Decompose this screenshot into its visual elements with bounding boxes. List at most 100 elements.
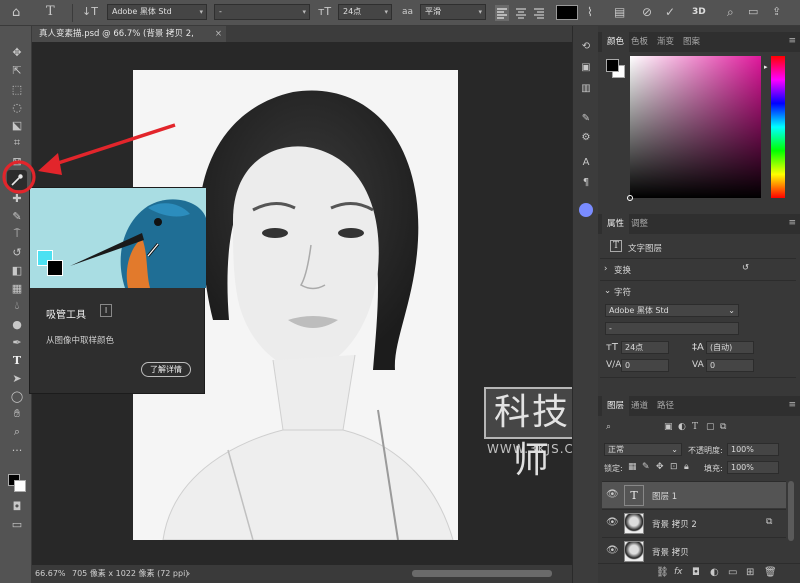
lock-transparent-icon[interactable]: ▦	[628, 462, 637, 472]
trash-icon[interactable]: 🗑︎	[764, 567, 777, 578]
filter-adjust-icon[interactable]: ◐	[678, 422, 686, 432]
align-right-button[interactable]	[532, 5, 546, 21]
warp-text-icon[interactable]: ⌇	[587, 5, 593, 19]
adjustments-icon[interactable]: ⚙	[578, 129, 594, 145]
tab-patterns[interactable]: 图案	[678, 32, 705, 52]
document-tab[interactable]: 真人变素描.psd @ 66.7% (背景 拷贝 2, RGB/8#) ×	[32, 26, 226, 55]
character-icon[interactable]: A	[578, 154, 594, 170]
fx-icon[interactable]: fx	[674, 567, 683, 577]
artboard-tool-icon[interactable]: ⇱	[9, 62, 25, 78]
layer-name[interactable]: 图层 1	[652, 490, 677, 502]
tab-color[interactable]: 颜色	[602, 32, 630, 52]
tab-layers[interactable]: 图层	[602, 396, 630, 416]
chevron-right-icon[interactable]: ›	[187, 565, 190, 583]
visibility-eye-icon[interactable]: 👁︎	[606, 489, 619, 500]
workspace-icon[interactable]: ▭	[748, 5, 758, 18]
layer-name[interactable]: 背景 拷贝 2	[652, 518, 697, 530]
lock-artboard-icon[interactable]: ⊡	[670, 462, 678, 472]
3d-button[interactable]: 3D	[692, 7, 706, 17]
filter-pixel-icon[interactable]: ▣	[664, 422, 673, 432]
character-section-label[interactable]: 字符	[614, 286, 631, 298]
font-family-select[interactable]: Adobe 黑体 Std ▾	[107, 4, 207, 20]
search-icon[interactable]: ⌕	[727, 5, 734, 20]
tab-channels[interactable]: 通道	[626, 396, 653, 416]
color-picker-handle[interactable]	[627, 195, 633, 201]
lock-all-icon[interactable]: 🔒︎	[684, 462, 689, 472]
prop-font-style-select[interactable]: -	[605, 322, 739, 335]
tab-gradients[interactable]: 渐变	[652, 32, 679, 52]
text-color-swatch[interactable]	[556, 5, 578, 20]
horizontal-scrollbar[interactable]	[412, 570, 552, 577]
adjustment-layer-icon[interactable]: ◐	[710, 567, 719, 578]
layers-scrollbar[interactable]	[788, 481, 794, 541]
layer-row[interactable]: 👁︎ 背景 拷贝 2 ⧉	[602, 509, 786, 536]
filter-kind-icon[interactable]: ⌕	[606, 422, 611, 432]
move-tool-icon[interactable]: ✥	[9, 44, 25, 60]
text-orientation-icon[interactable]: ↓T	[82, 5, 98, 18]
layer-row[interactable]: 👁︎ 背景 拷贝	[602, 537, 786, 564]
reset-icon[interactable]: ↺	[742, 263, 749, 273]
panel-menu-icon[interactable]: ≡	[788, 218, 796, 228]
path-select-tool-icon[interactable]: ➤	[9, 370, 25, 386]
background-color-swatch[interactable]	[14, 480, 26, 492]
home-icon[interactable]: ⌂	[12, 5, 20, 20]
filter-type-icon[interactable]: T	[692, 422, 698, 432]
tab-paths[interactable]: 路径	[652, 396, 679, 416]
cancel-icon[interactable]: ⊘	[642, 5, 652, 19]
eraser-tool-icon[interactable]: ◧	[9, 262, 25, 278]
add-mask-icon[interactable]: ◘	[692, 567, 700, 578]
blur-tool-icon[interactable]: 💧︎	[9, 298, 25, 314]
antialias-select[interactable]: 平滑 ▾	[420, 4, 486, 20]
text-tool-icon[interactable]: T	[46, 4, 55, 19]
opacity-field[interactable]: 100%	[727, 443, 779, 456]
tab-swatches[interactable]: 色板	[626, 32, 653, 52]
tab-properties[interactable]: 属性	[602, 214, 630, 234]
align-left-button[interactable]	[495, 5, 509, 21]
history-icon[interactable]: ⟲	[578, 38, 594, 54]
prop-font-family-select[interactable]: Adobe 黑体 Std ⌄	[605, 304, 739, 317]
clone-stamp-tool-icon[interactable]: ⍑	[9, 226, 25, 242]
transform-section-label[interactable]: 变换	[614, 264, 631, 276]
prop-kerning-field[interactable]: 0	[621, 359, 669, 372]
filter-shape-icon[interactable]: ▢	[706, 422, 715, 432]
new-group-icon[interactable]: ▭	[728, 567, 737, 578]
dodge-tool-icon[interactable]: ●	[9, 316, 25, 332]
color-foreground-swatch[interactable]	[606, 59, 619, 72]
panel-menu-icon[interactable]: ≡	[788, 36, 796, 46]
font-style-select[interactable]: - ▾	[214, 4, 310, 20]
layer-name[interactable]: 背景 拷贝	[652, 546, 689, 558]
paragraph-icon[interactable]: ¶	[578, 174, 594, 190]
color-field[interactable]	[627, 56, 761, 201]
lasso-tool-icon[interactable]: ◌	[9, 99, 25, 115]
type-tool-icon[interactable]: T	[9, 352, 25, 368]
hand-tool-icon[interactable]: ✋︎	[9, 406, 25, 422]
link-layers-icon[interactable]: ⛓︎	[656, 567, 669, 578]
quick-mask-icon[interactable]: ◘	[9, 498, 25, 514]
learn-more-button[interactable]: 了解详情	[141, 362, 191, 377]
brushes-icon[interactable]: ✎	[578, 110, 594, 126]
new-layer-icon[interactable]: ⊞	[746, 567, 754, 578]
font-size-select[interactable]: 24点 ▾	[338, 4, 392, 20]
gradient-tool-icon[interactable]: ▦	[9, 280, 25, 296]
marquee-tool-icon[interactable]: ⬚	[9, 81, 25, 97]
screen-mode-icon[interactable]: ▭	[9, 516, 25, 532]
prop-font-size-field[interactable]: 24点	[621, 341, 669, 354]
pen-tool-icon[interactable]: ✒	[9, 334, 25, 350]
chevron-right-icon[interactable]: ›	[604, 264, 607, 274]
filter-smart-icon[interactable]: ⧉	[720, 422, 726, 432]
align-center-button[interactable]	[514, 5, 528, 21]
zoom-level[interactable]: 66.67%	[35, 565, 66, 583]
layer-row[interactable]: 👁︎ T 图层 1	[602, 481, 786, 508]
panel-menu-icon[interactable]: ≡	[788, 400, 796, 410]
close-icon[interactable]: ×	[215, 26, 222, 42]
libraries-icon[interactable]: ▥	[578, 80, 594, 96]
prop-leading-field[interactable]: (自动)	[706, 341, 754, 354]
hue-slider[interactable]	[771, 56, 785, 198]
lock-position-icon[interactable]: ✥	[656, 462, 664, 472]
actions-icon[interactable]: ▣	[578, 59, 594, 75]
learn-orb-icon[interactable]	[579, 203, 593, 217]
chevron-down-icon[interactable]: ⌄	[604, 286, 611, 296]
brush-tool-icon[interactable]: ✎	[9, 208, 25, 224]
zoom-tool-icon[interactable]: ⌕	[9, 424, 25, 440]
character-panel-icon[interactable]: ▤	[614, 5, 625, 19]
